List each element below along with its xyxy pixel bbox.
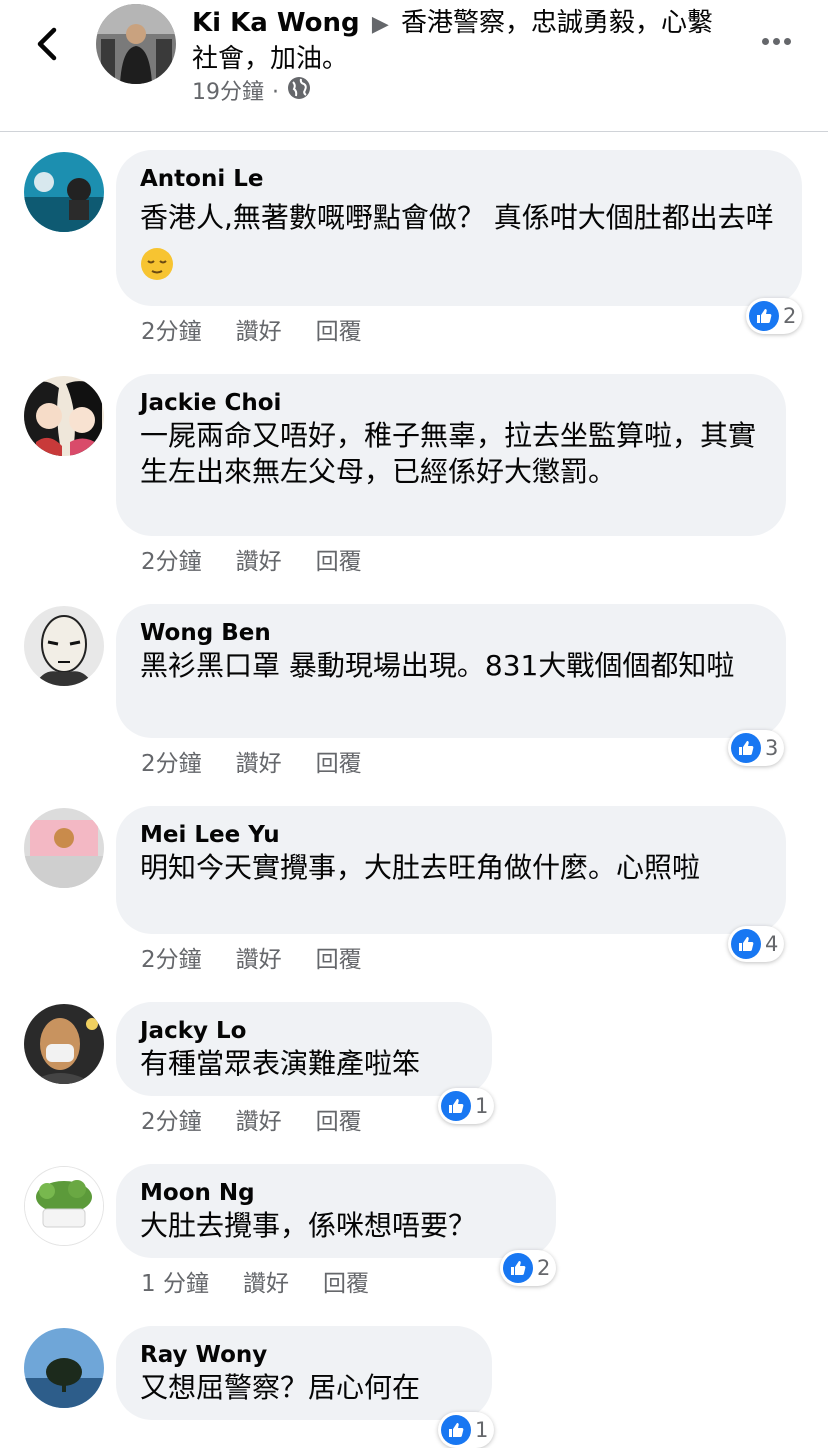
comment-time[interactable]: 2分鐘 <box>141 312 202 346</box>
comment-text: 又想屈警察？居心何在 <box>140 1371 421 1404</box>
globe-icon <box>287 76 311 109</box>
comment-bubble: Wong Ben 黑衫黑口罩 暴動現場出現。831大戰個個都知啦 <box>116 604 786 738</box>
reaction-number: 4 <box>765 932 779 956</box>
more-dots-icon[interactable] <box>760 30 800 58</box>
commenter-name[interactable]: Mei Lee Yu <box>140 820 762 850</box>
relieved-face-emoji <box>140 247 174 281</box>
commenter-avatar[interactable] <box>24 1328 104 1408</box>
like-button[interactable]: 讚好 <box>236 312 282 346</box>
reaction-count[interactable]: 2 <box>746 298 803 334</box>
meta-separator: · <box>272 79 279 105</box>
author-name[interactable]: Ki Ka Wong <box>192 8 360 38</box>
commenter-avatar[interactable] <box>24 1004 104 1084</box>
like-reaction-icon <box>503 1253 533 1283</box>
commenter-avatar[interactable] <box>24 1166 104 1246</box>
post-meta: 19分鐘 · <box>192 76 311 109</box>
commenter-avatar[interactable] <box>24 606 104 686</box>
comment-actions: 2分鐘 讚好 回覆 <box>141 744 362 778</box>
reply-button[interactable]: 回覆 <box>316 312 362 346</box>
author-avatar[interactable] <box>96 4 176 84</box>
like-reaction-icon <box>731 733 761 763</box>
like-reaction-icon <box>731 929 761 959</box>
comment-text: 香港人,無著數嘅嘢點會做？ 真係咁大個肚都出去咩 <box>140 194 778 290</box>
reply-button[interactable]: 回覆 <box>316 744 362 778</box>
comment-bubble: Mei Lee Yu 明知今天實攪事，大肚去旺角做什麼。心照啦 <box>116 806 786 934</box>
reply-button[interactable]: 回覆 <box>316 542 362 576</box>
commenter-name[interactable]: Jacky Lo <box>140 1016 468 1046</box>
commenter-avatar[interactable] <box>24 376 104 456</box>
comment-text: 大肚去攪事，係咪想唔要？ <box>140 1209 477 1242</box>
comment-text: 有種當眾表演難產啦笨 <box>140 1047 421 1080</box>
commenter-name[interactable]: Antoni Le <box>140 164 778 194</box>
comment-actions: 2分鐘 讚好 回覆 <box>141 312 362 346</box>
like-button[interactable]: 讚好 <box>236 940 282 974</box>
comment-bubble: Jacky Lo 有種當眾表演難產啦笨 <box>116 1002 492 1096</box>
reaction-count[interactable]: 1 <box>438 1412 495 1448</box>
reaction-count[interactable]: 4 <box>728 926 785 962</box>
commenter-avatar[interactable] <box>24 808 104 888</box>
comment-time[interactable]: 1 分鐘 <box>141 1264 209 1298</box>
post-title: Ki Ka Wong ▶ 香港警察，忠誠勇毅，心繫社會，加油。 <box>192 6 732 76</box>
comment-time[interactable]: 2分鐘 <box>141 542 202 576</box>
like-button[interactable]: 讚好 <box>236 1102 282 1136</box>
reaction-count[interactable]: 2 <box>500 1250 557 1286</box>
reaction-number: 1 <box>475 1418 489 1442</box>
post-time[interactable]: 19分鐘 <box>192 78 264 108</box>
comment-text: 黑衫黑口罩 暴動現場出現。831大戰個個都知啦 <box>140 649 735 682</box>
commenter-name[interactable]: Ray Wony <box>140 1340 468 1370</box>
reaction-number: 2 <box>783 304 797 328</box>
comment-bubble: Antoni Le 香港人,無著數嘅嘢點會做？ 真係咁大個肚都出去咩 <box>116 150 802 306</box>
like-button[interactable]: 讚好 <box>236 542 282 576</box>
comment-actions: 1 分鐘 讚好 回覆 <box>141 1264 369 1298</box>
comment-text: 明知今天實攪事，大肚去旺角做什麼。心照啦 <box>140 851 701 884</box>
comment-time[interactable]: 2分鐘 <box>141 940 202 974</box>
reply-button[interactable]: 回覆 <box>323 1264 369 1298</box>
like-reaction-icon <box>441 1415 471 1445</box>
like-button[interactable]: 讚好 <box>243 1264 289 1298</box>
comment-time[interactable]: 2分鐘 <box>141 1102 202 1136</box>
like-reaction-icon <box>441 1091 471 1121</box>
comment-bubble: Ray Wony 又想屈警察？居心何在 <box>116 1326 492 1420</box>
reaction-number: 1 <box>475 1094 489 1118</box>
comment-bubble: Jackie Choi 一屍兩命又唔好，稚子無辜，拉去坐監算啦，其實生左出來無左… <box>116 374 786 536</box>
commenter-avatar[interactable] <box>24 152 104 232</box>
comment-time[interactable]: 2分鐘 <box>141 744 202 778</box>
comment-actions: 2分鐘 讚好 回覆 <box>141 542 362 576</box>
commenter-name[interactable]: Moon Ng <box>140 1178 532 1208</box>
like-reaction-icon <box>749 301 779 331</box>
comment-actions: 2分鐘 讚好 回覆 <box>141 1102 362 1136</box>
share-arrow-icon: ▶ <box>371 12 389 37</box>
reaction-count[interactable]: 1 <box>438 1088 495 1124</box>
reaction-count[interactable]: 3 <box>728 730 785 766</box>
comment-actions: 2分鐘 讚好 回覆 <box>141 940 362 974</box>
commenter-name[interactable]: Jackie Choi <box>140 388 762 418</box>
post-header: Ki Ka Wong ▶ 香港警察，忠誠勇毅，心繫社會，加油。 19分鐘 · <box>0 0 828 132</box>
like-button[interactable]: 讚好 <box>236 744 282 778</box>
reaction-number: 3 <box>765 736 779 760</box>
chevron-left-icon[interactable] <box>28 22 68 66</box>
reply-button[interactable]: 回覆 <box>316 940 362 974</box>
reply-button[interactable]: 回覆 <box>316 1102 362 1136</box>
commenter-name[interactable]: Wong Ben <box>140 618 762 648</box>
reaction-number: 2 <box>537 1256 551 1280</box>
comment-bubble: Moon Ng 大肚去攪事，係咪想唔要？ <box>116 1164 556 1258</box>
comment-text: 一屍兩命又唔好，稚子無辜，拉去坐監算啦，其實生左出來無左父母，已經係好大懲罰。 <box>140 419 757 488</box>
